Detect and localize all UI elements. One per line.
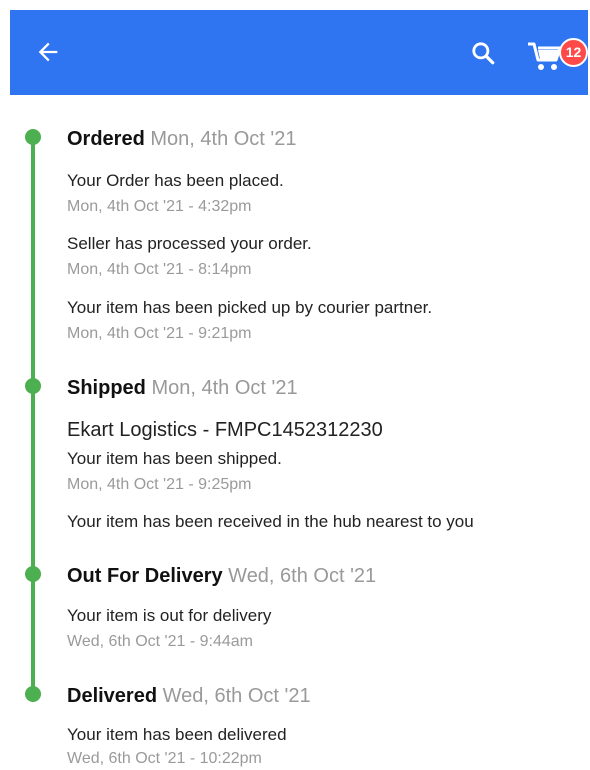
stage-date: Mon, 4th Oct '21 [150,128,297,150]
event-text: Your item has been picked up by courier … [67,298,433,317]
stage-name: Shipped [67,377,146,399]
stage-date: Wed, 6th Oct '21 [162,685,311,707]
event-text: Your item has been received in the hub n… [67,512,474,531]
stage-name: Ordered [67,128,145,150]
stage-name: Delivered [67,685,158,707]
event-text: Your item is out for delivery [67,606,272,625]
timeline-dot-delivered [25,686,41,702]
stage-date: Mon, 4th Oct '21 [151,377,298,399]
timeline-line [31,137,35,697]
app-header: 12 [10,10,588,95]
courier-tracking-id: Ekart Logistics - FMPC1452312230 [67,419,383,441]
event-text: Seller has processed your order. [67,234,312,253]
timeline-event: Seller has processed your order. Mon, 4t… [67,233,312,281]
timeline-event: Your item has been picked up by courier … [67,297,432,345]
timeline-event: Your item has been received in the hub n… [67,511,474,533]
event-text: Your Order has been placed. [67,171,284,190]
timeline-dot-out-for-delivery [25,566,41,582]
timeline-event: Your item has been delivered Wed, 6th Oc… [67,724,287,770]
stage-date: Wed, 6th Oct '21 [228,565,377,587]
stage-header-delivered: Delivered Wed, 6th Oct '21 [67,684,311,708]
event-time: Mon, 4th Oct '21 - 9:25pm [67,476,252,493]
stage-header-ordered: Ordered Mon, 4th Oct '21 [67,127,297,151]
timeline-event: Your item has been shipped. Mon, 4th Oct… [67,448,282,496]
cart-count-badge: 12 [559,38,588,67]
event-text: Your item has been shipped. [67,449,282,468]
stage-header-out-for-delivery: Out For Delivery Wed, 6th Oct '21 [67,564,376,588]
arrow-left-icon[interactable] [34,38,62,66]
timeline-dot-ordered [25,129,41,145]
event-time: Wed, 6th Oct '21 - 9:44am [67,633,253,650]
event-text: Your item has been delivered [67,725,287,744]
timeline-event: Your item is out for delivery Wed, 6th O… [67,605,271,653]
stage-name: Out For Delivery [67,565,223,587]
stage-header-shipped: Shipped Mon, 4th Oct '21 [67,376,298,400]
timeline-dot-shipped [25,378,41,394]
event-time: Mon, 4th Oct '21 - 4:32pm [67,198,252,215]
timeline-event: Your Order has been placed. Mon, 4th Oct… [67,170,284,218]
event-time: Mon, 4th Oct '21 - 8:14pm [67,261,252,278]
search-icon[interactable] [470,40,496,66]
event-time: Mon, 4th Oct '21 - 9:21pm [67,325,252,342]
event-time: Wed, 6th Oct '21 - 10:22pm [67,750,262,767]
